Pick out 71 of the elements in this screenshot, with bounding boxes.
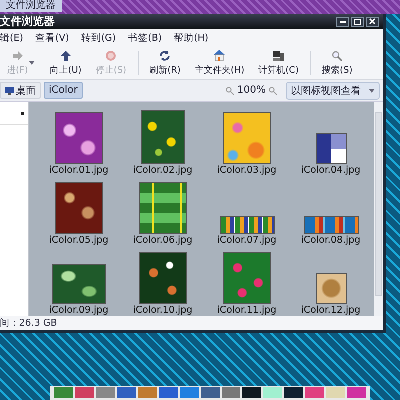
image-thumbnail [141, 110, 185, 164]
file-item[interactable]: iColor.06.jpg [121, 176, 205, 246]
file-item[interactable]: iColor.02.jpg [121, 106, 205, 176]
app-icon[interactable] [242, 387, 262, 398]
zoom-in-icon[interactable] [269, 86, 277, 94]
close-pane-icon[interactable] [21, 112, 24, 114]
caret-icon [369, 88, 375, 92]
minimize-button[interactable] [336, 16, 349, 26]
forward-arrow-icon [12, 50, 24, 62]
dropdown-caret-icon[interactable] [29, 61, 36, 65]
file-item[interactable]: iColor.01.jpg [37, 106, 121, 176]
file-item[interactable]: iColor.03.jpg [205, 106, 289, 176]
image-thumbnail [223, 112, 271, 164]
image-thumbnail [52, 264, 106, 304]
file-name: iColor.02.jpg [133, 165, 193, 176]
image-thumbnail [223, 252, 271, 304]
toolbar-button[interactable]: 向上(U) [43, 50, 89, 76]
file-name: iColor.04.jpg [301, 165, 361, 176]
image-thumbnail [55, 182, 103, 234]
scrollbar[interactable] [374, 102, 383, 316]
file-name: iColor.01.jpg [49, 165, 109, 176]
menu-item[interactable]: 查看(V) [35, 32, 70, 44]
toolbar-button[interactable]: 计算机(C) [252, 50, 306, 76]
file-item[interactable]: iColor.09.jpg [37, 246, 121, 316]
search-icon [331, 50, 344, 62]
menu-item[interactable]: 转到(G) [81, 32, 116, 44]
file-item[interactable]: iColor.04.jpg [289, 106, 373, 176]
view-mode-dropdown[interactable]: 以图标视图查看 [286, 82, 380, 100]
file-name: iColor.11.jpg [217, 305, 277, 316]
up-arrow-icon [60, 50, 72, 62]
file-item[interactable]: iColor.05.jpg [37, 176, 121, 246]
path-button[interactable]: 桌面 [0, 82, 41, 99]
menu-item[interactable]: 帮助(H) [174, 32, 209, 44]
close-icon [369, 18, 376, 25]
image-thumbnail [316, 273, 346, 304]
image-thumbnail [304, 216, 358, 234]
image-thumbnail [55, 112, 103, 164]
toolbar-button[interactable]: 刷新(R) [142, 50, 188, 76]
image-thumbnail [220, 216, 274, 234]
image-thumbnail [139, 182, 187, 234]
file-item[interactable]: iColor.10.jpg [121, 246, 205, 316]
status-text: 间 : 26.3 GB [0, 316, 58, 330]
file-item[interactable]: iColor.08.jpg [289, 176, 373, 246]
file-name: iColor.05.jpg [49, 235, 109, 246]
zoom-out-icon[interactable] [226, 86, 234, 94]
file-name: iColor.06.jpg [133, 235, 193, 246]
file-item[interactable]: iColor.12.jpg [289, 246, 373, 316]
close-button[interactable] [366, 16, 379, 26]
image-thumbnail [139, 252, 187, 304]
computer-icon [272, 50, 286, 62]
file-name: iColor.10.jpg [133, 305, 193, 316]
toolbar-button[interactable]: 搜索(S) [314, 50, 360, 76]
stop-icon [105, 50, 118, 62]
file-name: iColor.08.jpg [301, 235, 361, 246]
app-icon[interactable] [284, 387, 304, 398]
zoom-level: 100% [237, 85, 266, 96]
toolbar-button[interactable]: 主文件夹(H) [188, 49, 252, 77]
file-name: iColor.12.jpg [301, 305, 361, 316]
reload-icon [159, 50, 172, 62]
menu-item[interactable]: 书签(B) [128, 32, 162, 44]
path-button[interactable]: iColor [44, 82, 83, 99]
file-name: iColor.09.jpg [49, 305, 109, 316]
menu-item[interactable]: 辑(E) [0, 32, 24, 44]
file-item[interactable]: iColor.07.jpg [205, 176, 289, 246]
maximize-button[interactable] [351, 16, 364, 26]
desktop-icon [5, 86, 14, 94]
image-thumbnail [316, 133, 346, 164]
file-name: iColor.03.jpg [217, 165, 277, 176]
file-item[interactable]: iColor.11.jpg [205, 246, 289, 316]
file-name: iColor.07.jpg [217, 235, 277, 246]
window-title: 文件浏览器 [0, 14, 55, 29]
